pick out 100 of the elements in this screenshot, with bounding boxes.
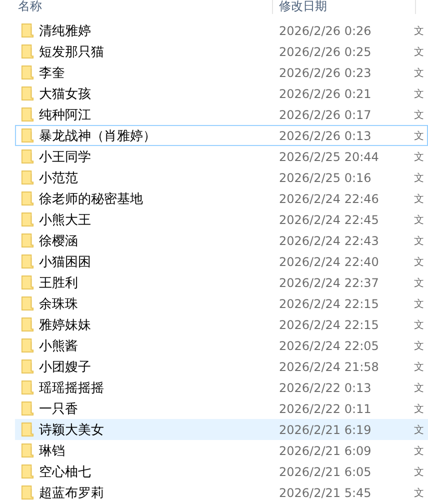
modified-date: 2026/2/24 22:15 xyxy=(279,296,380,310)
file-type: 文 xyxy=(414,340,424,352)
modified-date: 2026/2/26 0:25 xyxy=(279,44,372,58)
file-row[interactable]: 徐樱涵 2026/2/24 22:43 文 xyxy=(15,230,428,251)
folder-icon xyxy=(21,359,34,374)
file-type: 文 xyxy=(414,46,424,58)
file-row[interactable]: 小熊大王 2026/2/24 22:45 文 xyxy=(15,209,428,230)
file-type: 文 xyxy=(414,466,424,478)
folder-icon xyxy=(21,317,34,332)
file-row[interactable]: 瑶瑶摇摇摇 2026/2/22 0:13 文 xyxy=(15,377,428,398)
file-name: 王胜利 xyxy=(39,274,79,292)
file-row[interactable]: 雅婷妹妹 2026/2/24 22:15 文 xyxy=(15,314,428,335)
file-row[interactable]: 清纯雅婷 2026/2/26 0:26 文 xyxy=(15,20,428,41)
file-name: 小熊酱 xyxy=(39,338,79,354)
file-type: 文 xyxy=(414,172,424,184)
modified-date: 2026/2/26 0:21 xyxy=(279,86,372,100)
modified-date: 2026/2/22 0:11 xyxy=(279,402,372,416)
file-name: 小猫困困 xyxy=(39,254,92,270)
file-row[interactable]: 空心柚七 2026/2/21 6:05 文 xyxy=(15,461,428,482)
file-type: 文 xyxy=(414,486,424,500)
file-type: 文 xyxy=(414,234,424,248)
modified-date: 2026/2/26 0:13 xyxy=(279,128,372,142)
modified-date: 2026/2/21 6:09 xyxy=(279,444,372,458)
file-row[interactable]: 小熊酱 2026/2/24 22:05 文 xyxy=(15,335,428,356)
modified-date: 2026/2/26 0:17 xyxy=(279,108,372,122)
file-type: 文 xyxy=(414,382,424,394)
modified-date: 2026/2/24 22:45 xyxy=(279,212,380,226)
folder-icon xyxy=(21,44,34,59)
folder-icon xyxy=(21,107,34,122)
modified-date: 2026/2/24 22:46 xyxy=(279,192,380,206)
folder-icon xyxy=(21,296,34,311)
file-row[interactable]: 李奎 2026/2/26 0:23 文 xyxy=(15,62,428,83)
folder-icon xyxy=(21,485,34,500)
file-name: 琳铛 xyxy=(39,442,66,460)
file-type: 文 xyxy=(414,256,424,268)
file-type: 文 xyxy=(414,66,424,80)
modified-date: 2026/2/21 6:19 xyxy=(279,422,372,436)
folder-icon xyxy=(21,191,34,206)
folder-icon xyxy=(21,380,34,395)
file-type: 文 xyxy=(414,276,424,290)
modified-date: 2026/2/24 21:58 xyxy=(279,360,380,374)
file-row[interactable]: 小范范 2026/2/25 0:16 文 xyxy=(15,167,428,188)
folder-icon xyxy=(21,422,34,437)
file-type: 文 xyxy=(414,298,424,310)
file-name: 短发那只猫 xyxy=(39,44,105,60)
file-type: 文 xyxy=(414,192,424,206)
file-type: 文 xyxy=(414,444,424,458)
file-row[interactable]: 小王同学 2026/2/25 20:44 文 xyxy=(15,146,428,167)
file-name: 超蓝布罗莉 xyxy=(39,484,105,500)
folder-icon xyxy=(21,128,34,143)
file-row[interactable]: 暴龙战神（肖雅婷） 2026/2/26 0:13 文 xyxy=(15,125,428,146)
column-header[interactable]: 修改日期 xyxy=(273,0,416,14)
file-row[interactable]: 小团嫂子 2026/2/24 21:58 文 xyxy=(15,356,428,377)
modified-date: 2026/2/24 22:43 xyxy=(279,234,380,248)
file-type: 文 xyxy=(414,150,424,164)
file-name: 小团嫂子 xyxy=(39,358,92,376)
file-type: 文 xyxy=(414,402,424,416)
file-name: 纯种阿江 xyxy=(39,106,92,124)
file-type: 文 xyxy=(414,88,424,100)
folder-icon xyxy=(21,212,34,227)
folder-icon xyxy=(21,233,34,248)
file-name: 暴龙战神（肖雅婷） xyxy=(39,128,157,144)
modified-date: 2026/2/24 22:40 xyxy=(279,254,380,268)
file-name: 雅婷妹妹 xyxy=(39,316,92,334)
file-row[interactable]: 王胜利 2026/2/24 22:37 文 xyxy=(15,272,428,293)
file-type: 文 xyxy=(414,108,424,122)
modified-date: 2026/2/22 0:13 xyxy=(279,380,372,394)
file-row[interactable]: 大猫女孩 2026/2/26 0:21 文 xyxy=(15,83,428,104)
file-name: 清纯雅婷 xyxy=(39,22,92,40)
folder-icon xyxy=(21,170,34,185)
folder-icon xyxy=(21,65,34,80)
file-name: 李奎 xyxy=(39,64,66,82)
modified-date: 2026/2/25 20:44 xyxy=(279,150,380,164)
file-row[interactable]: 诗颖大美女 2026/2/21 6:19 文 xyxy=(15,419,428,440)
file-type: 文 xyxy=(414,214,424,226)
file-type: 文 xyxy=(414,24,424,38)
file-name: 小王同学 xyxy=(39,148,92,166)
file-name: 徐老师的秘密基地 xyxy=(39,190,144,208)
folder-icon xyxy=(21,401,34,416)
file-name: 徐樱涵 xyxy=(39,232,79,250)
file-row[interactable]: 小猫困困 2026/2/24 22:40 文 xyxy=(15,251,428,272)
file-row[interactable]: 纯种阿江 2026/2/26 0:17 文 xyxy=(15,104,428,125)
file-row[interactable]: 超蓝布罗莉 2026/2/21 5:45 文 xyxy=(15,482,428,500)
file-name: 小熊大王 xyxy=(39,212,92,228)
file-name: 空心柚七 xyxy=(39,464,92,480)
file-row[interactable]: 余珠珠 2026/2/24 22:15 文 xyxy=(15,293,428,314)
folder-icon xyxy=(21,149,34,164)
file-name: 小范范 xyxy=(39,170,79,186)
modified-date: 2026/2/25 0:16 xyxy=(279,170,372,184)
file-row[interactable]: 徐老师的秘密基地 2026/2/24 22:46 文 xyxy=(15,188,428,209)
file-name: 瑶瑶摇摇摇 xyxy=(39,380,105,396)
column-header[interactable]: 名称 xyxy=(0,0,273,14)
file-type: 文 xyxy=(414,318,424,332)
file-row[interactable]: 短发那只猫 2026/2/26 0:25 文 xyxy=(15,41,428,62)
folder-icon xyxy=(21,338,34,353)
modified-date: 2026/2/26 0:23 xyxy=(279,66,372,80)
file-row[interactable]: 一只香 2026/2/22 0:11 文 xyxy=(15,398,428,419)
modified-date: 2026/2/24 22:15 xyxy=(279,318,380,332)
file-type: 文 xyxy=(414,360,424,374)
file-row[interactable]: 琳铛 2026/2/21 6:09 文 xyxy=(15,440,428,461)
